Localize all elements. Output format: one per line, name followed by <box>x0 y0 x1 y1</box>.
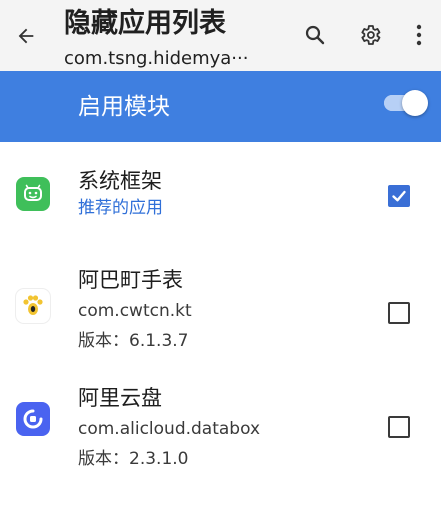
paw-icon <box>16 289 50 323</box>
row-text: 阿里云盘 com.alicloud.databox 版本：2.3.1.0 <box>78 384 260 472</box>
settings-button[interactable] <box>355 20 385 50</box>
app-name: 系统框架 <box>78 169 162 193</box>
back-button[interactable] <box>12 22 40 50</box>
package-name: com.cwtcn.kt <box>78 301 192 321</box>
list-item[interactable]: 阿巴町手表 com.cwtcn.kt 版本：6.1.3.7 <box>0 250 441 374</box>
list-item[interactable]: 系统框架 推荐的应用 <box>0 142 441 250</box>
enable-module-switch[interactable] <box>384 90 428 116</box>
app-list: 系统框架 推荐的应用 阿巴町手表 com.cwtcn.kt 版本：6.1.3.7 <box>0 142 441 508</box>
more-vert-icon <box>416 24 422 46</box>
app-checkbox[interactable] <box>388 416 410 438</box>
cloud-disk-icon <box>16 402 50 436</box>
page-subtitle: com.tsng.hidemya··· <box>64 48 249 69</box>
recommended-tag: 推荐的应用 <box>78 198 163 218</box>
page-title: 隐藏应用列表 <box>64 8 226 39</box>
app-bar: 隐藏应用列表 com.tsng.hidemya··· <box>0 0 441 71</box>
row-text: 阿巴町手表 com.cwtcn.kt 版本：6.1.3.7 <box>78 266 192 354</box>
app-checkbox[interactable] <box>388 302 410 324</box>
package-name: com.alicloud.databox <box>78 419 261 439</box>
back-arrow-icon <box>18 28 34 44</box>
android-system-icon <box>16 177 50 211</box>
search-icon <box>305 25 325 45</box>
list-item[interactable]: 阿里云盘 com.alicloud.databox 版本：2.3.1.0 <box>0 374 441 508</box>
enable-module-label: 启用模块 <box>78 94 170 120</box>
search-button[interactable] <box>300 20 330 50</box>
switch-thumb <box>402 90 428 116</box>
app-checkbox[interactable] <box>388 185 410 207</box>
gear-icon <box>361 25 381 45</box>
version-text: 版本：6.1.3.7 <box>78 331 189 351</box>
title-block: 隐藏应用列表 com.tsng.hidemya··· <box>64 6 286 72</box>
app-name: 阿里云盘 <box>78 386 162 410</box>
app-name: 阿巴町手表 <box>78 268 183 292</box>
enable-module-bar[interactable]: 启用模块 <box>0 71 441 142</box>
version-text: 版本：2.3.1.0 <box>78 449 189 469</box>
row-text: 系统框架 推荐的应用 <box>78 167 163 221</box>
check-icon <box>392 190 406 202</box>
overflow-menu-button[interactable] <box>404 20 434 50</box>
